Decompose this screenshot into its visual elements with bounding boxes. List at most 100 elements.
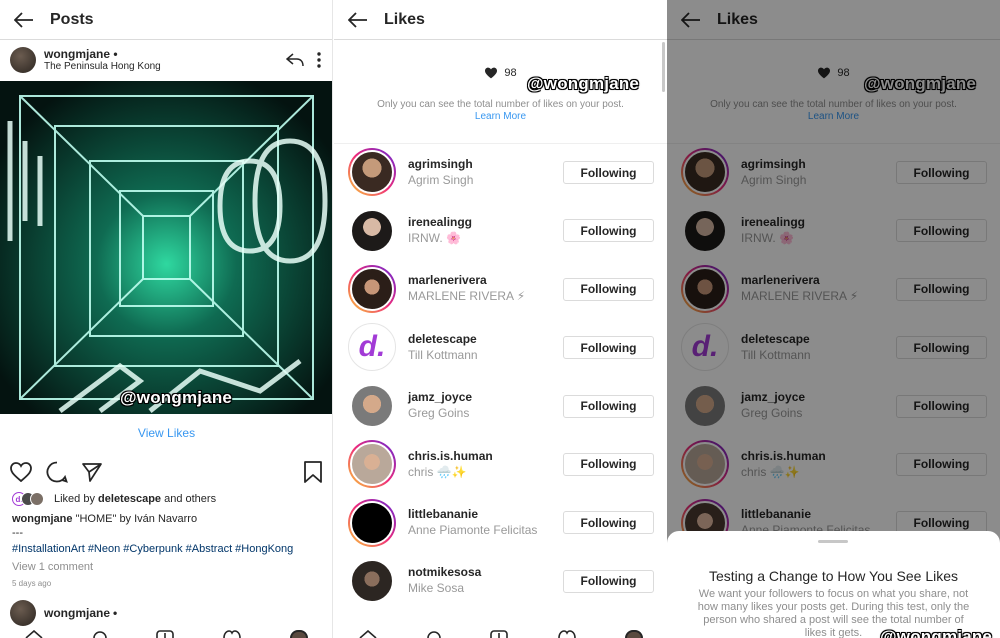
- full-name: Greg Goins: [408, 406, 470, 421]
- learn-more-link[interactable]: Learn More: [334, 111, 667, 122]
- posts-screen: Posts wongmjane • The Peninsula Hong Kon…: [0, 0, 333, 638]
- full-name: Agrim Singh: [408, 172, 474, 187]
- likes-list: agrimsingh Agrim Singh Following ireneali…: [334, 143, 667, 610]
- following-button[interactable]: Following: [563, 511, 654, 535]
- list-item[interactable]: chris.is.human chris 🌧️✨ Following: [334, 435, 667, 493]
- username[interactable]: chris.is.human: [408, 449, 493, 464]
- more-options-icon[interactable]: [316, 52, 322, 68]
- search-icon[interactable]: [92, 630, 108, 638]
- bottom-nav: [0, 626, 332, 638]
- home-icon[interactable]: [24, 630, 44, 638]
- liked-by-user[interactable]: deletescape: [98, 493, 161, 505]
- liked-by-suffix[interactable]: and others: [164, 493, 216, 505]
- full-name: Anne Piamonte Felicitas: [408, 523, 538, 538]
- watermark: @wongmjane: [880, 627, 993, 638]
- likes-header: Likes: [334, 0, 667, 40]
- post-header: wongmjane • The Peninsula Hong Kong: [0, 40, 332, 80]
- home-icon[interactable]: [358, 630, 378, 638]
- full-name: Till Kottmann: [408, 347, 478, 362]
- watermark: @wongmjane: [120, 388, 233, 407]
- avatar[interactable]: [350, 383, 394, 428]
- following-button[interactable]: Following: [563, 336, 654, 360]
- list-item[interactable]: agrimsingh Agrim Singh Following: [334, 143, 667, 201]
- bottom-nav: [334, 626, 667, 638]
- page-title: Likes: [384, 10, 425, 28]
- likes-summary: 98 @wongmjane Only you can see the total…: [334, 40, 667, 144]
- back-button[interactable]: [2, 0, 46, 40]
- avatar[interactable]: [350, 266, 394, 311]
- list-item[interactable]: marlenerivera MARLENE RIVERA ⚡ Following: [334, 260, 667, 318]
- full-name: IRNW. 🌸: [408, 231, 461, 246]
- liked-by-prefix: Liked by: [54, 493, 95, 505]
- activity-heart-icon[interactable]: [222, 630, 242, 638]
- username[interactable]: irenealingg: [408, 215, 472, 230]
- username[interactable]: notmikesosa: [408, 565, 481, 580]
- heart-filled-icon: [485, 67, 498, 79]
- profile-avatar-icon[interactable]: [290, 630, 308, 638]
- following-button[interactable]: Following: [563, 452, 654, 476]
- liker-avatar: [30, 492, 44, 506]
- dot-separator: •: [113, 606, 118, 620]
- avatar[interactable]: [350, 500, 394, 545]
- likes-count: 98: [504, 67, 517, 79]
- username[interactable]: marlenerivera: [408, 273, 525, 288]
- username[interactable]: jamz_joyce: [408, 390, 472, 405]
- likes-screen: Likes 98 @wongmjane Only you can see the…: [334, 0, 667, 638]
- username[interactable]: littlebananie: [408, 507, 537, 522]
- post-location[interactable]: The Peninsula Hong Kong: [44, 61, 161, 73]
- full-name: MARLENE RIVERA ⚡: [408, 289, 526, 304]
- hashtags[interactable]: #InstallationArt #Neon #Cyberpunk #Abstr…: [12, 542, 293, 556]
- username[interactable]: agrimsingh: [408, 157, 473, 172]
- search-icon[interactable]: [426, 630, 442, 638]
- posts-header: Posts: [0, 0, 332, 40]
- next-post-header: wongmjane •: [10, 600, 322, 626]
- avatar[interactable]: [350, 442, 394, 487]
- share-icon[interactable]: [82, 462, 102, 482]
- likes-screen-with-sheet: Likes 98 @wongmjane Only you can see the…: [667, 0, 1000, 638]
- following-button[interactable]: Following: [563, 277, 654, 301]
- view-comments-link[interactable]: View 1 comment: [12, 560, 93, 574]
- list-item[interactable]: irenealingg IRNW. 🌸 Following: [334, 201, 667, 259]
- new-post-icon[interactable]: [156, 630, 174, 638]
- activity-heart-icon[interactable]: [557, 630, 577, 638]
- list-item[interactable]: littlebananieAnne Piamonte Felicitas Fol…: [334, 493, 667, 551]
- avatar[interactable]: [350, 150, 394, 195]
- reply-icon[interactable]: [286, 53, 304, 67]
- following-button[interactable]: Following: [563, 394, 654, 418]
- following-button[interactable]: Following: [563, 219, 654, 243]
- caption-text: "HOME" by Iván Navarro: [75, 513, 198, 525]
- full-name: Mike Sosa: [408, 581, 465, 596]
- post-image[interactable]: @wongmjane: [0, 81, 332, 414]
- sheet-drag-handle[interactable]: [818, 540, 848, 543]
- list-item[interactable]: jamz_joyce Greg Goins Following: [334, 377, 667, 435]
- avatar[interactable]: [10, 600, 36, 626]
- view-likes-link[interactable]: View Likes: [0, 426, 332, 440]
- following-button[interactable]: Following: [563, 569, 654, 593]
- post-username[interactable]: wongmjane: [44, 47, 110, 61]
- comment-icon[interactable]: [46, 461, 68, 483]
- watermark: @wongmjane: [527, 74, 640, 93]
- deletescape-logo-icon[interactable]: d.: [351, 325, 393, 370]
- back-button[interactable]: [336, 0, 380, 40]
- username[interactable]: deletescape: [408, 332, 478, 347]
- avatar[interactable]: [10, 47, 36, 73]
- full-name: chris 🌧️✨: [408, 464, 467, 479]
- heart-icon[interactable]: [10, 462, 32, 482]
- list-item[interactable]: notmikesosa Mike Sosa Following: [334, 552, 667, 610]
- profile-avatar-icon[interactable]: [624, 630, 643, 638]
- page-title: Posts: [50, 10, 94, 28]
- caption-separator: ---: [12, 527, 23, 539]
- avatar[interactable]: [350, 558, 394, 603]
- following-button[interactable]: Following: [563, 161, 654, 184]
- likes-privacy-note: Only you can see the total number of lik…: [377, 99, 624, 110]
- likes-test-bottom-sheet: Testing a Change to How You See Likes We…: [667, 531, 1000, 638]
- avatar[interactable]: [350, 208, 394, 253]
- save-bookmark-icon[interactable]: [304, 461, 322, 483]
- list-item[interactable]: d. deletescape Till Kottmann Following: [334, 318, 667, 376]
- post-timestamp: 5 days ago: [12, 579, 52, 588]
- sheet-title: Testing a Change to How You See Likes: [708, 568, 959, 584]
- post-username[interactable]: wongmjane: [44, 606, 110, 620]
- caption-username[interactable]: wongmjane: [12, 513, 73, 525]
- caption: wongmjane "HOME" by Iván Navarro: [12, 512, 197, 526]
- new-post-icon[interactable]: [490, 630, 509, 638]
